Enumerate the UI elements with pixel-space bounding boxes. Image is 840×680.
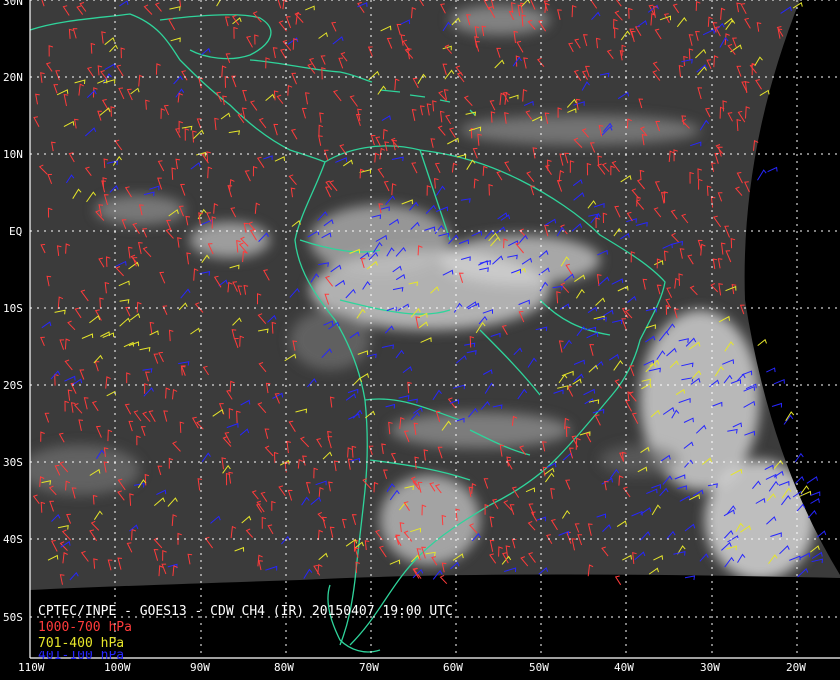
lat-label: EQ	[9, 225, 23, 238]
lon-label: 20W	[786, 661, 806, 674]
legend-high-level: 401-100 hPa	[38, 651, 125, 659]
lon-label: 40W	[614, 661, 634, 674]
lon-label: 80W	[274, 661, 294, 674]
legend-low-level: 1000-700 hPa	[38, 620, 132, 635]
satellite-map	[0, 0, 840, 680]
lon-label: 50W	[529, 661, 549, 674]
lat-label: 50S	[3, 611, 23, 624]
lat-label: 30N	[3, 0, 23, 8]
product-title: CPTEC/INPE - GOES13 - CDW CH4 (IR) 20150…	[38, 604, 453, 619]
lon-label: 60W	[443, 661, 463, 674]
lon-label: 90W	[190, 661, 210, 674]
legend-mid-level: 701-400 hPa	[38, 636, 125, 651]
lat-label: 10N	[3, 148, 23, 161]
lat-label: 20N	[3, 71, 23, 84]
lon-label: 70W	[359, 661, 379, 674]
lon-label: 30W	[700, 661, 720, 674]
lon-label: 100W	[104, 661, 131, 674]
lat-label: 40S	[3, 533, 23, 546]
lon-label: 110W	[18, 661, 45, 674]
lat-label: 30S	[3, 456, 23, 469]
lat-label: 10S	[3, 302, 23, 315]
lat-label: 20S	[3, 379, 23, 392]
